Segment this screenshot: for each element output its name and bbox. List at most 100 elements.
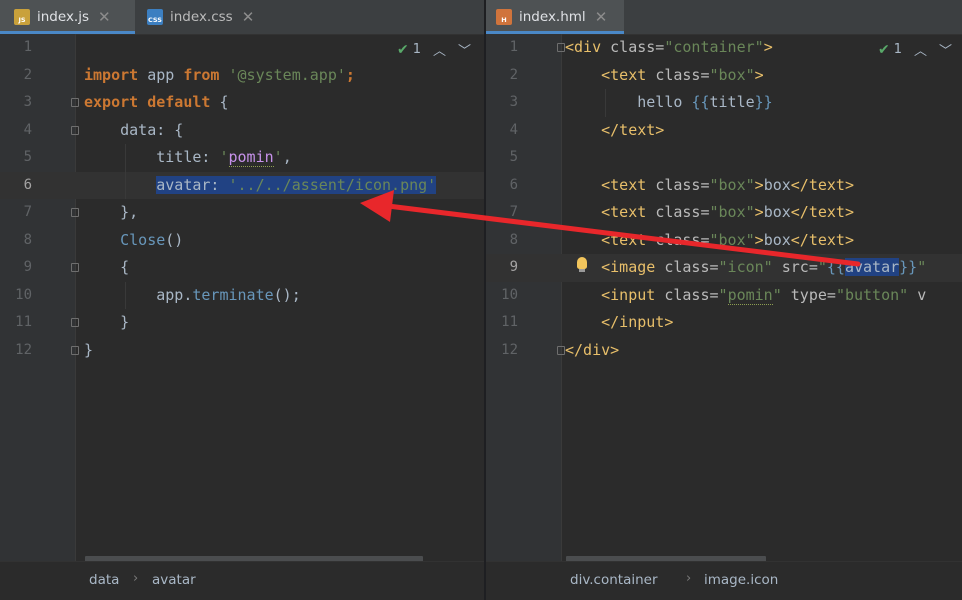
- line-number: 4: [509, 121, 518, 138]
- code-token: ": [718, 285, 728, 304]
- fold-marker-icon[interactable]: [71, 208, 79, 217]
- code-token: app.: [84, 285, 193, 304]
- lightbulb-icon[interactable]: [577, 257, 587, 272]
- code-token: (): [165, 230, 184, 249]
- code-text: }: [84, 309, 129, 337]
- line-number: 8: [509, 231, 518, 248]
- code-text: <text class="box">: [565, 62, 764, 90]
- close-tab-icon[interactable]: ✕: [595, 8, 608, 26]
- code-line[interactable]: 3 export default {: [0, 89, 484, 117]
- code-text: }: [84, 337, 93, 365]
- line-number: 12: [501, 341, 518, 358]
- code-text: avatar: '../../assent/icon.png': [84, 172, 437, 200]
- code-token: terminate: [192, 285, 274, 304]
- right-tab-bar: H index.hml ✕: [486, 0, 962, 35]
- code-text: </input>: [565, 309, 673, 337]
- code-token: '@system.app': [228, 65, 346, 84]
- code-line[interactable]: 6 avatar: '../../assent/icon.png': [0, 171, 484, 200]
- code-token: : {: [156, 120, 184, 139]
- code-text: </text>: [565, 117, 664, 145]
- code-token: </text>: [790, 175, 854, 194]
- line-number: 11: [501, 314, 518, 330]
- code-token: '../../assent/icon.png': [228, 175, 437, 194]
- tab-index-hml[interactable]: H index.hml ✕: [486, 0, 624, 34]
- code-token: v: [908, 285, 927, 304]
- fold-marker-icon[interactable]: [557, 43, 565, 52]
- code-token: {{: [691, 93, 710, 111]
- right-breadcrumb-bar: div.container › image.icon: [486, 561, 962, 600]
- line-number: 5: [23, 149, 32, 165]
- code-line[interactable]: 4 </text>: [486, 117, 962, 145]
- code-token: box: [763, 175, 791, 194]
- code-line[interactable]: 7 },: [0, 199, 484, 227]
- code-line[interactable]: 11 </input>: [486, 309, 962, 337]
- code-line[interactable]: 9 {: [0, 254, 484, 282]
- code-line[interactable]: 8 <text class="box">box</text>: [486, 227, 962, 255]
- line-number: 5: [509, 149, 518, 165]
- code-line[interactable]: 2 import app from '@system.app';: [0, 62, 484, 90]
- code-token: </input>: [601, 313, 674, 331]
- code-token: avatar: [844, 258, 900, 276]
- code-token: ": [817, 258, 827, 276]
- code-text: <image class="icon" src="{{avatar}}": [565, 254, 926, 282]
- fold-marker-icon[interactable]: [71, 263, 79, 272]
- code-text: <div class="container">: [565, 34, 773, 62]
- code-token: avatar:: [156, 175, 229, 194]
- tab-index-js[interactable]: JS index.js ✕: [0, 0, 135, 34]
- code-token: ': [273, 148, 283, 166]
- code-token: >: [754, 175, 764, 194]
- code-token: class=: [655, 230, 710, 249]
- code-token: import: [84, 65, 139, 84]
- line-number: 7: [509, 204, 518, 220]
- line-number: 9: [23, 259, 32, 275]
- code-token: export: [84, 93, 139, 111]
- code-line[interactable]: 1: [0, 34, 484, 62]
- breadcrumb-data[interactable]: data: [89, 572, 119, 588]
- code-text: {: [84, 254, 129, 282]
- code-line[interactable]: 1 <div class="container">: [486, 34, 962, 62]
- code-token: src=: [772, 258, 818, 276]
- code-token: pomin: [228, 148, 274, 167]
- breadcrumb-image-icon[interactable]: image.icon: [704, 572, 778, 588]
- tab-index-css[interactable]: CSS index.css ✕: [135, 0, 285, 34]
- code-token: title: [84, 148, 202, 166]
- code-line[interactable]: 12 </div>: [486, 337, 962, 365]
- code-line[interactable]: 10 app.terminate();: [0, 281, 484, 310]
- breadcrumb-avatar[interactable]: avatar: [152, 572, 196, 588]
- fold-marker-icon[interactable]: [71, 318, 79, 327]
- code-token: ': [219, 148, 229, 166]
- code-line[interactable]: 4 data: {: [0, 117, 484, 145]
- fold-marker-icon[interactable]: [71, 98, 79, 107]
- code-line[interactable]: 3 hello {{title}}: [486, 89, 962, 117]
- code-token: :: [201, 148, 220, 166]
- code-line[interactable]: 7 <text class="box">box</text>: [486, 199, 962, 227]
- code-line[interactable]: 11 }: [0, 309, 484, 337]
- code-token: {: [84, 258, 130, 276]
- code-line[interactable]: 9 <image class="icon" src="{{avatar}}": [486, 254, 962, 282]
- breadcrumb-div-container[interactable]: div.container: [570, 572, 658, 588]
- fold-marker-icon[interactable]: [71, 125, 79, 135]
- line-number: 2: [509, 66, 518, 83]
- code-token: title: [709, 93, 755, 111]
- line-number: 2: [23, 66, 32, 83]
- line-number: 10: [15, 286, 32, 303]
- code-token: <text: [601, 203, 656, 221]
- code-line[interactable]: 5: [486, 144, 962, 172]
- code-line[interactable]: 8 Close(): [0, 227, 484, 255]
- code-token: data: [84, 120, 157, 139]
- code-token: box: [763, 203, 791, 221]
- code-line[interactable]: 12}: [0, 337, 484, 365]
- fold-marker-icon[interactable]: [71, 345, 79, 355]
- fold-marker-icon[interactable]: [557, 345, 565, 355]
- code-line[interactable]: 10 <input class="pomin" type="button" v: [486, 282, 962, 310]
- code-line[interactable]: 2 <text class="box">: [486, 62, 962, 90]
- code-token: }: [84, 313, 130, 331]
- close-tab-icon[interactable]: ✕: [98, 8, 111, 26]
- code-token: hello: [565, 93, 692, 111]
- code-text: app.terminate();: [84, 282, 301, 310]
- code-line[interactable]: 5 title: 'pomin',: [0, 144, 484, 172]
- code-text: </div>: [565, 337, 619, 365]
- close-tab-icon[interactable]: ✕: [242, 8, 255, 26]
- code-line[interactable]: 6 <text class="box">box</text>: [486, 172, 962, 200]
